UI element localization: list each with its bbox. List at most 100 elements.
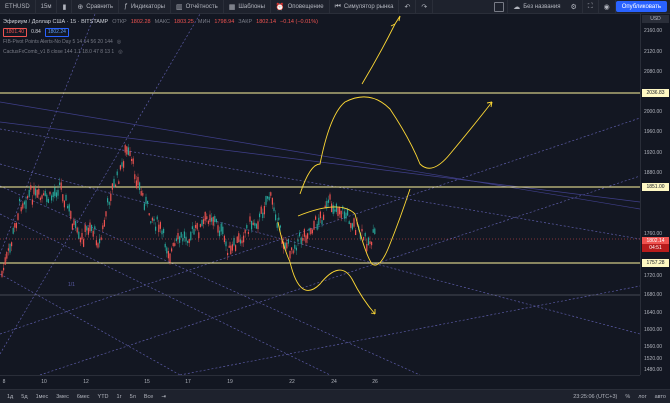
trend-line[interactable]: [179, 285, 640, 375]
candle-body: [86, 226, 88, 231]
eye-icon[interactable]: ◎: [117, 37, 121, 47]
fullscreen-button[interactable]: ⛶: [583, 0, 599, 14]
candle-body: [310, 228, 312, 235]
alert-button[interactable]: ⏰ Оповещение: [271, 0, 330, 14]
candle-body: [262, 212, 264, 219]
range-all-button[interactable]: Все: [140, 394, 157, 400]
camera-icon: ◉: [603, 3, 610, 11]
candle-body: [223, 235, 225, 243]
symbol-search-button[interactable]: ETHUSD: [0, 0, 36, 14]
price-label: 1960.00: [644, 129, 663, 135]
candle-body: [239, 239, 241, 244]
candle-body: [199, 224, 201, 227]
price-scale[interactable]: USD 2160.00 2120.00 2080.00 2036.83 2000…: [640, 14, 670, 375]
auto-toggle[interactable]: авто: [651, 394, 670, 400]
candle-body: [287, 238, 289, 244]
indicator-row-2[interactable]: CactusFxComb_v1 8 close 144 1.1 18.0 47 …: [3, 47, 318, 57]
log-toggle[interactable]: лог: [634, 394, 650, 400]
candle-body: [241, 240, 243, 244]
layout-name-button[interactable]: ☁ Без названия: [507, 0, 565, 14]
candle-body: [255, 223, 257, 229]
trend-line[interactable]: [0, 163, 640, 335]
snapshot-button[interactable]: ◉: [599, 0, 616, 14]
time-axis[interactable]: 8 10 12 15 17 19 22 24 26: [0, 375, 640, 389]
candle-body: [38, 188, 40, 195]
candle-style-button[interactable]: ▮: [57, 0, 73, 14]
settings-button[interactable]: ⚙: [565, 0, 583, 14]
candle-body: [318, 217, 320, 226]
candle-body: [139, 182, 141, 190]
percent-toggle[interactable]: %: [621, 394, 634, 400]
candle-body: [268, 196, 270, 201]
goto-date-icon[interactable]: ⇥: [157, 394, 170, 400]
range-1d-button[interactable]: 1д: [3, 394, 17, 400]
candle-body: [78, 231, 80, 239]
candle-body: [316, 223, 318, 230]
candle-body: [30, 185, 32, 190]
indicators-button[interactable]: ƒ Индикаторы: [119, 0, 171, 14]
price-chart[interactable]: 1/1: [0, 14, 640, 375]
range-6m-button[interactable]: 6мес: [73, 394, 94, 400]
trend-line[interactable]: [0, 128, 640, 240]
candle-body: [270, 192, 272, 196]
indicator-row-1[interactable]: FIB-Pivot Points Alerts-No Day 5 14 14 5…: [3, 37, 318, 47]
candle-body: [108, 201, 110, 205]
candle-body: [319, 211, 321, 219]
trend-line[interactable]: [39, 175, 640, 375]
price-label: 1680.00: [644, 292, 663, 298]
financials-button[interactable]: ▥ Отчётность: [171, 0, 224, 14]
candle-body: [254, 222, 256, 226]
chart-pane[interactable]: 1/1: [0, 14, 670, 389]
legend-symbol-title[interactable]: Эфириум / Доллар США · 15 · BITSTAMP: [3, 17, 108, 27]
candle-body: [366, 244, 368, 252]
range-1y-button[interactable]: 1г: [113, 394, 126, 400]
trend-line[interactable]: [0, 273, 181, 375]
price-label: 1760.00: [644, 231, 663, 237]
range-3m-button[interactable]: 3мес: [52, 394, 73, 400]
buy-price-box[interactable]: 1802.24: [44, 27, 69, 37]
candle-body: [60, 182, 62, 190]
layout-grid-icon[interactable]: [494, 1, 505, 12]
interval-button[interactable]: 15м: [36, 0, 58, 14]
price-label: 1920.00: [644, 150, 663, 156]
sell-price-box[interactable]: 1801.40: [3, 27, 28, 37]
candle-body: [107, 198, 109, 203]
trend-line-solid[interactable]: [0, 101, 640, 210]
undo-button[interactable]: ↶: [399, 0, 417, 14]
candle-body: [91, 225, 93, 231]
replay-icon: ⏮: [334, 2, 341, 10]
trend-line[interactable]: [0, 213, 331, 375]
candle-body: [23, 201, 25, 205]
candle-body: [257, 221, 259, 230]
candle-body: [57, 189, 59, 196]
range-5d-button[interactable]: 5д: [17, 394, 31, 400]
legend-bidask-row: 1801.40 0.84 1802.24: [3, 27, 318, 37]
trend-line[interactable]: [0, 14, 201, 355]
templates-button[interactable]: ▦ Шаблоны: [224, 0, 271, 14]
projection-curve[interactable]: [361, 15, 401, 85]
candle-body: [350, 222, 352, 228]
candle-body: [140, 191, 142, 196]
candle-body: [68, 204, 70, 212]
eye-icon[interactable]: ◎: [118, 47, 122, 57]
redo-button[interactable]: ↷: [416, 0, 434, 14]
candle-body: [28, 189, 30, 197]
publish-button[interactable]: Опубликовать: [615, 1, 667, 12]
range-5y-button[interactable]: 5л: [126, 394, 140, 400]
replay-button[interactable]: ⏮ Симулятор рынка: [330, 0, 400, 14]
range-1m-button[interactable]: 1мес: [32, 394, 53, 400]
candle-body: [231, 244, 233, 251]
candle-body: [347, 208, 349, 216]
trend-line[interactable]: [0, 117, 640, 335]
candle-body: [92, 230, 94, 237]
candle-body: [271, 197, 273, 205]
clock-timezone[interactable]: 23:25:06 (UTC+3): [569, 394, 621, 400]
time-label: 22: [289, 379, 295, 385]
candle-body: [46, 194, 48, 202]
candle-body: [3, 267, 5, 271]
candle-body: [369, 241, 371, 244]
candle-body: [126, 146, 128, 155]
compare-button[interactable]: ⊕ Сравнить: [72, 0, 119, 14]
candle-body: [247, 231, 249, 234]
range-ytd-button[interactable]: YTD: [94, 394, 113, 400]
